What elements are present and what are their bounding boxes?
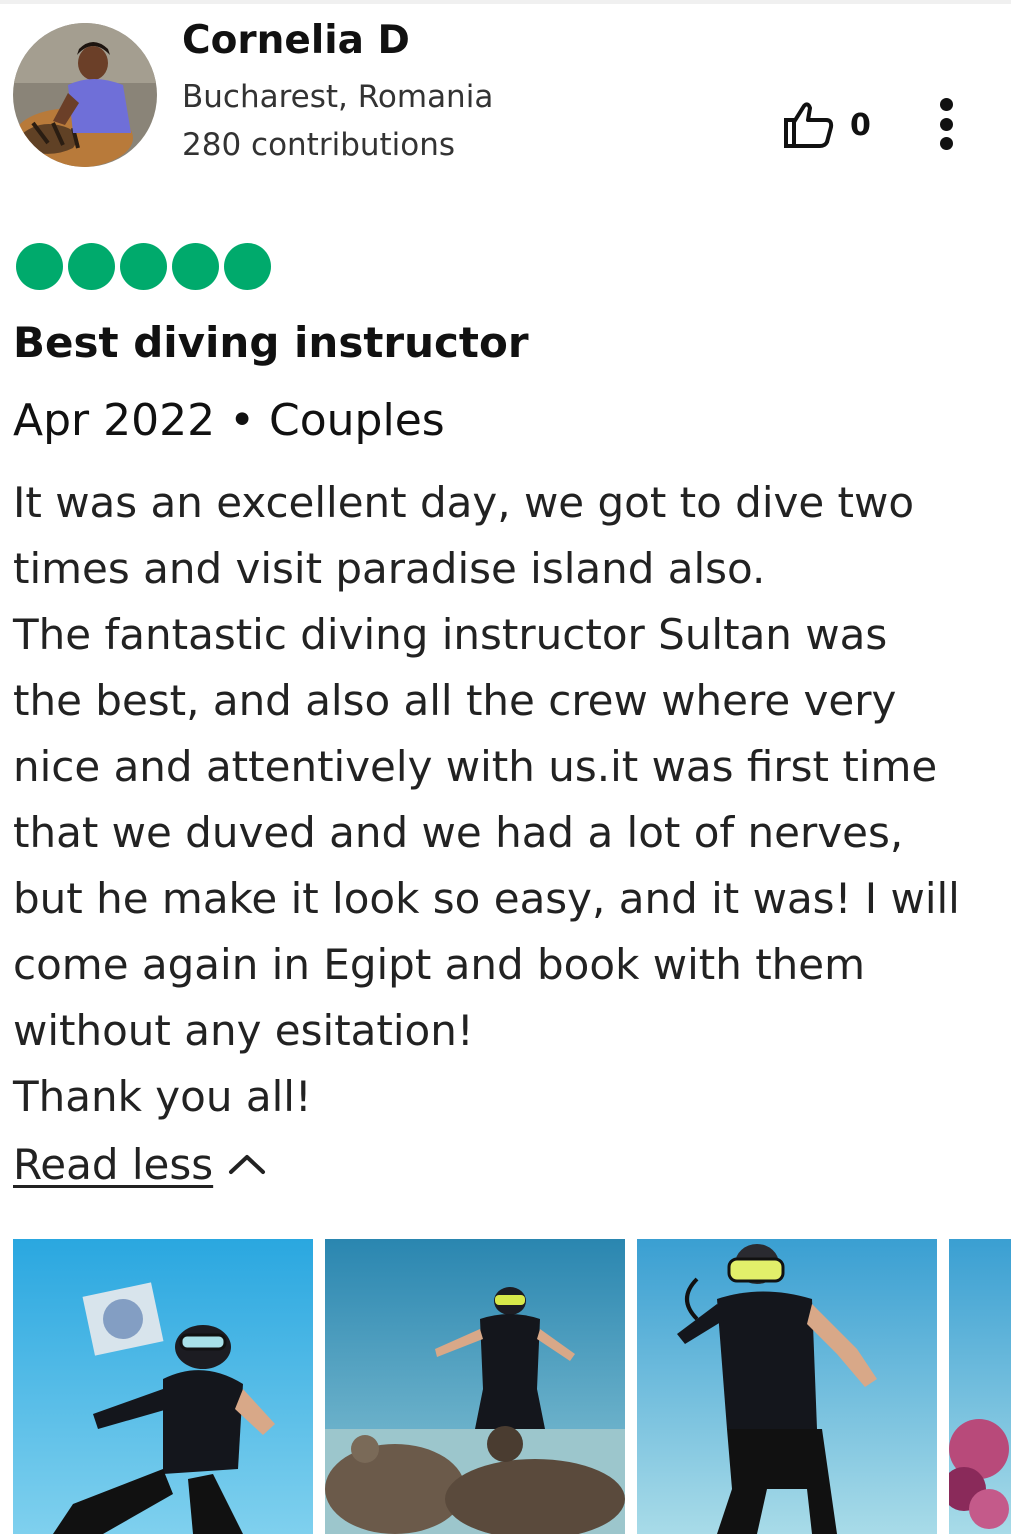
review-photo-4[interactable] (949, 1239, 1011, 1534)
review-line: times and visit paradise island also. (13, 544, 766, 593)
reviewer-location: Bucharest, Romania (182, 79, 494, 115)
diver-photo-image (13, 1239, 313, 1534)
more-vertical-icon-dot-3 (939, 137, 953, 150)
review-meta: Apr 2022 • Couples (13, 395, 445, 446)
review-line: the best, and also all the crew where ve… (13, 676, 897, 725)
review-photos-carousel[interactable] (13, 1239, 1011, 1534)
thumbs-up-icon (784, 102, 834, 148)
review-line: nice and attentively with us.it was firs… (13, 742, 938, 791)
review-line: It was an excellent day, we got to dive … (13, 478, 915, 527)
review-photo-2[interactable] (325, 1239, 625, 1534)
rating-bubble (68, 243, 115, 290)
helpful-vote-button[interactable]: 0 (782, 98, 871, 152)
top-divider (0, 0, 1011, 4)
more-vertical-icon-dot-1 (939, 98, 953, 111)
reviewer-avatar[interactable] (13, 23, 157, 167)
rating-bubble (16, 243, 63, 290)
diver-photo-image (325, 1239, 625, 1534)
review-line: come again in Egipt and book with them (13, 940, 866, 989)
read-less-label: Read less (13, 1139, 214, 1189)
review-photo-3[interactable] (637, 1239, 937, 1534)
review-photo-1[interactable] (13, 1239, 313, 1534)
rating-bubble (172, 243, 219, 290)
helpful-count: 0 (850, 107, 871, 143)
avatar-image (13, 23, 157, 167)
diver-photo-image (637, 1239, 937, 1534)
more-vertical-icon-dot-2 (939, 117, 953, 131)
rating-bubble (120, 243, 167, 290)
review-line: The fantastic diving instructor Sultan w… (13, 610, 888, 659)
chevron-up-icon (229, 1155, 266, 1174)
rating-bubble (224, 243, 271, 290)
diver-photo-image (949, 1239, 1011, 1534)
review-line: Thank you all! (13, 1072, 312, 1121)
more-options-button[interactable] (922, 92, 970, 156)
review-line: without any esitation! (13, 1006, 474, 1055)
review-line: that we duved and we had a lot of nerves… (13, 808, 904, 857)
reviewer-contributions: 280 contributions (182, 127, 456, 163)
review-card: Cornelia D Bucharest, Romania 280 contri… (0, 0, 1011, 1534)
review-body: It was an excellent day, we got to dive … (13, 470, 998, 1130)
reviewer-name[interactable]: Cornelia D (182, 18, 410, 63)
read-less-button[interactable]: Read less (13, 1134, 267, 1194)
review-title: Best diving instructor (13, 318, 529, 367)
review-line: but he make it look so easy, and it was!… (13, 874, 960, 923)
bubble-rating (16, 243, 271, 290)
